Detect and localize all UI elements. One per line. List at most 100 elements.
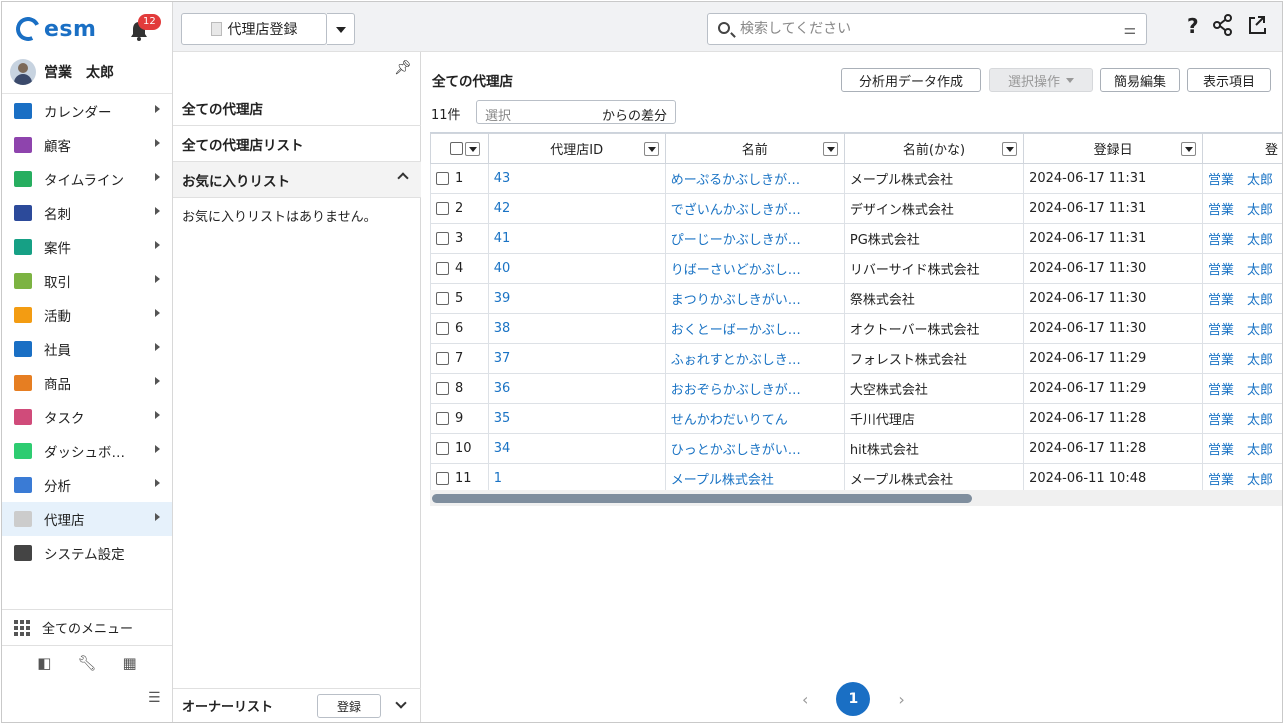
- row-checkbox[interactable]: [436, 292, 449, 305]
- header-agency-id[interactable]: 代理店ID: [487, 133, 666, 164]
- table-row[interactable]: 1 43 めーぷるかぶしきが… メープル株式会社 2024-06-17 11:31 営業 …: [430, 163, 1282, 194]
- column-menu-icon[interactable]: [822, 142, 838, 156]
- header-name[interactable]: 名前(かな): [843, 133, 1025, 164]
- header-name-kana[interactable]: 名前: [664, 133, 845, 164]
- sidebar-item-10[interactable]: ダッシュボ…: [2, 434, 172, 468]
- bookmark-icon[interactable]: ◧: [37, 654, 51, 672]
- table-row[interactable]: 4 40 りばーさいどかぶし… リバーサイド株式会社 2024-06-17 11:30 営…: [430, 253, 1282, 284]
- row-select-cell[interactable]: 1: [430, 163, 489, 194]
- registered-by-link[interactable]: 営業 太郎: [1202, 403, 1282, 434]
- share-icon[interactable]: [1212, 14, 1233, 36]
- row-select-cell[interactable]: 8: [430, 373, 489, 404]
- agency-id-link[interactable]: 37: [487, 343, 666, 374]
- help-icon[interactable]: ?: [1187, 14, 1199, 38]
- all-menu-button[interactable]: 全てのメニュー: [2, 610, 172, 646]
- wrench-icon[interactable]: 🔧︎: [77, 654, 96, 672]
- registered-by-link[interactable]: 営業 太郎: [1202, 283, 1282, 314]
- scrollbar-thumb[interactable]: [432, 494, 972, 503]
- table-row[interactable]: 5 39 まつりかぶしきがい… 祭株式会社 2024-06-17 11:30 営業 太郎: [430, 283, 1282, 314]
- sidebar-item-4[interactable]: 案件: [2, 230, 172, 264]
- row-checkbox[interactable]: [436, 172, 449, 185]
- agency-name-link[interactable]: まつりかぶしきがい…: [664, 283, 845, 314]
- agency-name-link[interactable]: メープル株式会社: [664, 463, 845, 494]
- registered-by-link[interactable]: 営業 太郎: [1202, 163, 1282, 194]
- table-row[interactable]: 10 34 ひっとかぶしきがい… hit株式会社 2024-06-17 11:28 営業 …: [430, 433, 1282, 464]
- agency-id-link[interactable]: 36: [487, 373, 666, 404]
- select-operation-button[interactable]: 選択操作: [989, 68, 1093, 92]
- chevron-down-icon[interactable]: [395, 697, 407, 709]
- chevron-up-icon[interactable]: [397, 172, 409, 184]
- table-icon[interactable]: ▦: [123, 654, 137, 672]
- row-checkbox[interactable]: [436, 382, 449, 395]
- table-row[interactable]: 3 41 ぴーじーかぶしきが… PG株式会社 2024-06-17 11:31 営業 太郎: [430, 223, 1282, 254]
- sidebar-item-7[interactable]: 社員: [2, 332, 172, 366]
- list-all-agencies[interactable]: 全ての代理店: [173, 90, 421, 126]
- sidebar-item-8[interactable]: 商品: [2, 366, 172, 400]
- select-all-header[interactable]: [430, 133, 489, 164]
- agency-name-link[interactable]: りばーさいどかぶし…: [664, 253, 845, 284]
- sidebar-item-13[interactable]: システム設定: [2, 536, 172, 570]
- registered-by-link[interactable]: 営業 太郎: [1202, 463, 1282, 494]
- pin-icon[interactable]: 📌︎: [394, 60, 412, 76]
- row-checkbox[interactable]: [436, 412, 449, 425]
- search-box[interactable]: ⚌: [707, 13, 1147, 45]
- row-select-cell[interactable]: 11: [430, 463, 489, 494]
- registered-by-link[interactable]: 営業 太郎: [1202, 313, 1282, 344]
- table-row[interactable]: 6 38 おくとーばーかぶし… オクトーバー株式会社 2024-06-17 11:30 営…: [430, 313, 1282, 344]
- user-profile[interactable]: 営業 太郎: [10, 58, 114, 86]
- list-all-agency-lists[interactable]: 全ての代理店リスト: [173, 126, 421, 162]
- agency-name-link[interactable]: ふぉれすとかぶしき…: [664, 343, 845, 374]
- table-row[interactable]: 2 42 でざいんかぶしきが… デザイン株式会社 2024-06-17 11:31 営業 …: [430, 193, 1282, 224]
- agency-name-link[interactable]: めーぷるかぶしきが…: [664, 163, 845, 194]
- row-select-cell[interactable]: 4: [430, 253, 489, 284]
- next-page-icon[interactable]: ›: [898, 690, 904, 709]
- table-row[interactable]: 8 36 おおぞらかぶしきが… 大空株式会社 2024-06-17 11:29 営業 太郎: [430, 373, 1282, 404]
- external-link-icon[interactable]: [1247, 14, 1267, 36]
- row-checkbox[interactable]: [436, 352, 449, 365]
- sidebar-item-5[interactable]: 取引: [2, 264, 172, 298]
- agency-id-link[interactable]: 41: [487, 223, 666, 254]
- registered-by-link[interactable]: 営業 太郎: [1202, 343, 1282, 374]
- header-date[interactable]: 登録日: [1023, 133, 1204, 164]
- owner-register-button[interactable]: 登録: [317, 694, 381, 718]
- sidebar-item-3[interactable]: 名刺: [2, 196, 172, 230]
- sidebar-item-0[interactable]: カレンダー: [2, 94, 172, 128]
- row-select-cell[interactable]: 6: [430, 313, 489, 344]
- column-menu-icon[interactable]: [643, 142, 659, 156]
- agency-id-link[interactable]: 1: [487, 463, 666, 494]
- prev-page-icon[interactable]: ‹: [802, 690, 808, 709]
- table-row[interactable]: 11 1 メープル株式会社 メープル株式会社 2024-06-11 10:48 営業 太郎: [430, 463, 1282, 494]
- agency-id-link[interactable]: 40: [487, 253, 666, 284]
- column-menu-icon[interactable]: [1181, 142, 1197, 156]
- row-checkbox[interactable]: [436, 472, 449, 485]
- row-checkbox[interactable]: [436, 202, 449, 215]
- row-select-cell[interactable]: 2: [430, 193, 489, 224]
- registered-by-link[interactable]: 営業 太郎: [1202, 223, 1282, 254]
- select-all-checkbox[interactable]: [449, 142, 463, 155]
- agency-name-link[interactable]: でざいんかぶしきが…: [664, 193, 845, 224]
- sidebar-item-12[interactable]: 代理店: [2, 502, 172, 536]
- row-select-cell[interactable]: 9: [430, 403, 489, 434]
- agency-id-link[interactable]: 43: [487, 163, 666, 194]
- page-1-button[interactable]: 1: [836, 682, 871, 716]
- agency-name-link[interactable]: ぴーじーかぶしきが…: [664, 223, 845, 254]
- sidebar-item-9[interactable]: タスク: [2, 400, 172, 434]
- collapse-sidebar-icon[interactable]: ☰: [148, 690, 161, 706]
- row-select-cell[interactable]: 10: [430, 433, 489, 464]
- favorites-header[interactable]: お気に入りリスト: [173, 162, 421, 198]
- agency-name-link[interactable]: せんかわだいりてん: [664, 403, 845, 434]
- row-select-cell[interactable]: 7: [430, 343, 489, 374]
- sidebar-item-2[interactable]: タイムライン: [2, 162, 172, 196]
- analysis-data-button[interactable]: 分析用データ作成: [841, 68, 981, 92]
- registered-by-link[interactable]: 営業 太郎: [1202, 253, 1282, 284]
- table-row[interactable]: 9 35 せんかわだいりてん 千川代理店 2024-06-17 11:28 営業 太郎: [430, 403, 1282, 434]
- agency-id-link[interactable]: 38: [487, 313, 666, 344]
- quick-edit-button[interactable]: 簡易編集: [1100, 68, 1180, 92]
- horizontal-scrollbar[interactable]: [430, 490, 1282, 506]
- registered-by-link[interactable]: 営業 太郎: [1202, 373, 1282, 404]
- display-columns-button[interactable]: 表示項目: [1187, 68, 1271, 92]
- agency-name-link[interactable]: ひっとかぶしきがい…: [664, 433, 845, 464]
- row-select-cell[interactable]: 3: [430, 223, 489, 254]
- sidebar-item-11[interactable]: 分析: [2, 468, 172, 502]
- agency-name-link[interactable]: おくとーばーかぶし…: [664, 313, 845, 344]
